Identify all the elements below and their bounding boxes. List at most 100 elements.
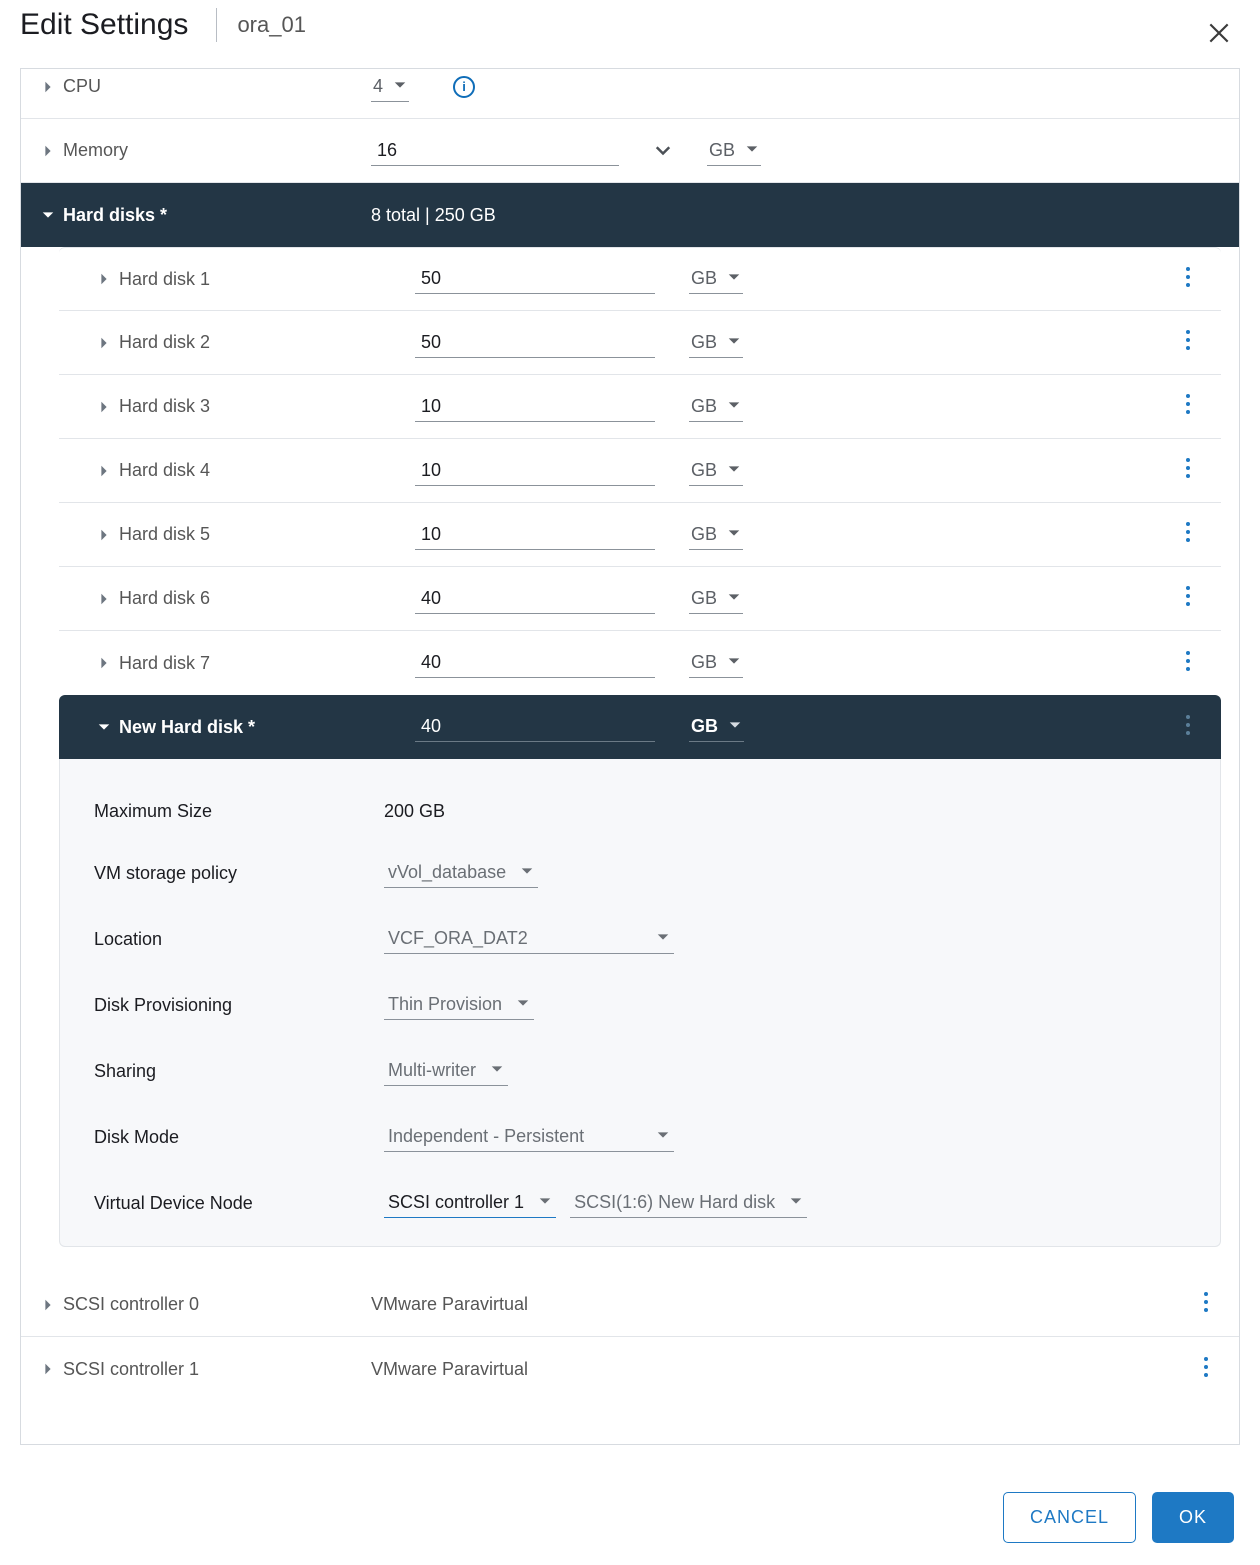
new-disk-size-input[interactable] [415,712,655,742]
disk-size-input[interactable] [415,328,655,358]
cpu-label: CPU [63,76,101,97]
disk-unit-select[interactable]: GB [689,648,743,678]
disk-actions-menu[interactable] [1179,517,1197,552]
row-hard-disk: Hard disk 7GB [59,631,1221,695]
chevron-down-icon [97,720,111,734]
chevron-right-icon[interactable] [97,336,111,350]
drow-location: Location VCF_ORA_DAT2 [60,906,1220,972]
row-hard-disk: Hard disk 5GB [59,503,1221,567]
cpu-value-select[interactable]: 4 [371,72,409,102]
disk-size-input[interactable] [415,520,655,550]
chevron-down-icon [516,994,530,1015]
storage-policy-value: vVol_database [388,862,506,883]
chevron-right-icon[interactable] [97,656,111,670]
storage-policy-label: VM storage policy [94,863,384,884]
drow-storage-policy: VM storage policy vVol_database [60,840,1220,906]
disk-size-input[interactable] [415,584,655,614]
disk-size-input[interactable] [415,456,655,486]
close-button[interactable] [1200,14,1238,57]
new-disk-unit-select[interactable]: GB [689,712,744,742]
chevron-down-icon [393,76,407,97]
max-size-label: Maximum Size [94,801,384,822]
disk-size-input[interactable] [415,392,655,422]
chevron-right-icon[interactable] [97,272,111,286]
chevron-right-icon[interactable] [41,80,55,94]
vdn-label: Virtual Device Node [94,1193,384,1214]
drow-provisioning: Disk Provisioning Thin Provision [60,972,1220,1038]
scsi1-label: SCSI controller 1 [63,1359,199,1380]
disk-size-input[interactable] [415,648,655,678]
ok-button[interactable]: OK [1152,1492,1234,1543]
sharing-value: Multi-writer [388,1060,476,1081]
disk-actions-menu[interactable] [1179,581,1197,616]
location-select[interactable]: VCF_ORA_DAT2 [384,924,674,954]
vdn-slot-select[interactable]: SCSI(1:6) New Hard disk [570,1188,807,1218]
disk-actions-menu[interactable] [1179,453,1197,488]
disk-unit-select[interactable]: GB [689,456,743,486]
chevron-down-icon [656,928,670,949]
chevron-right-icon[interactable] [41,144,55,158]
chevron-right-icon[interactable] [97,464,111,478]
chevron-right-icon[interactable] [41,1362,55,1376]
disk-unit-select[interactable]: GB [689,392,743,422]
chevron-right-icon[interactable] [97,528,111,542]
kebab-icon [1185,720,1191,740]
disk-unit: GB [691,332,717,353]
sharing-select[interactable]: Multi-writer [384,1056,508,1086]
info-icon[interactable]: i [453,76,475,98]
disk-unit: GB [691,652,717,673]
row-hard-disks-header[interactable]: Hard disks * 8 total | 250 GB [21,183,1239,247]
disk-size-input[interactable] [415,264,655,294]
row-hard-disk: Hard disk 6GB [59,567,1221,631]
close-icon [1206,30,1232,50]
scsi1-actions-menu[interactable] [1197,1352,1215,1387]
disk-unit: GB [691,460,717,481]
storage-policy-select[interactable]: vVol_database [384,858,538,888]
disk-unit-select[interactable]: GB [689,328,743,358]
vdn-slot-value: SCSI(1:6) New Hard disk [574,1192,775,1213]
chevron-right-icon[interactable] [97,592,111,606]
disk-label: Hard disk 2 [119,332,210,353]
cancel-button[interactable]: CANCEL [1003,1492,1136,1543]
chevron-right-icon[interactable] [97,400,111,414]
location-label: Location [94,929,384,950]
disk-actions-menu[interactable] [1179,389,1197,424]
cpu-value: 4 [373,76,383,97]
row-hard-disk: Hard disk 2 GB [59,311,1221,375]
dialog-footer: CANCEL OK [1003,1492,1234,1543]
new-disk-actions-menu[interactable] [1179,710,1197,745]
memory-input[interactable] [371,136,619,166]
row-new-hard-disk[interactable]: New Hard disk * GB [59,695,1221,759]
disk-unit-select[interactable]: GB [689,264,743,294]
provisioning-select[interactable]: Thin Provision [384,990,534,1020]
disk-unit-select[interactable]: GB [689,584,743,614]
disk-actions-menu[interactable] [1179,262,1197,297]
memory-unit-select[interactable]: GB [707,136,761,166]
drow-disk-mode: Disk Mode Independent - Persistent [60,1104,1220,1170]
chevron-down-icon[interactable] [653,141,673,161]
header-divider [216,8,217,42]
scsi1-value: VMware Paravirtual [371,1359,528,1380]
chevron-down-icon [727,268,741,289]
kebab-icon [1203,1362,1209,1382]
kebab-icon [1185,656,1191,676]
memory-label: Memory [63,140,128,161]
chevron-right-icon[interactable] [41,1298,55,1312]
chevron-down-icon [538,1192,552,1213]
memory-unit: GB [709,140,735,161]
disk-label: Hard disk 3 [119,396,210,417]
disk-mode-select[interactable]: Independent - Persistent [384,1122,674,1152]
settings-scroll-area[interactable]: CPU 4 i Memory GB Hard disks * [20,68,1240,1445]
disk-actions-menu[interactable] [1179,325,1197,360]
dialog-title: Edit Settings [20,8,188,42]
kebab-icon [1185,335,1191,355]
scsi0-value: VMware Paravirtual [371,1294,528,1315]
chevron-down-icon [727,588,741,609]
new-disk-unit: GB [691,716,718,737]
scsi0-actions-menu[interactable] [1197,1287,1215,1322]
chevron-down-icon [728,716,742,737]
disk-actions-menu[interactable] [1179,646,1197,681]
disk-label: Hard disk 1 [119,269,210,290]
disk-unit-select[interactable]: GB [689,520,743,550]
vdn-controller-select[interactable]: SCSI controller 1 [384,1188,556,1218]
